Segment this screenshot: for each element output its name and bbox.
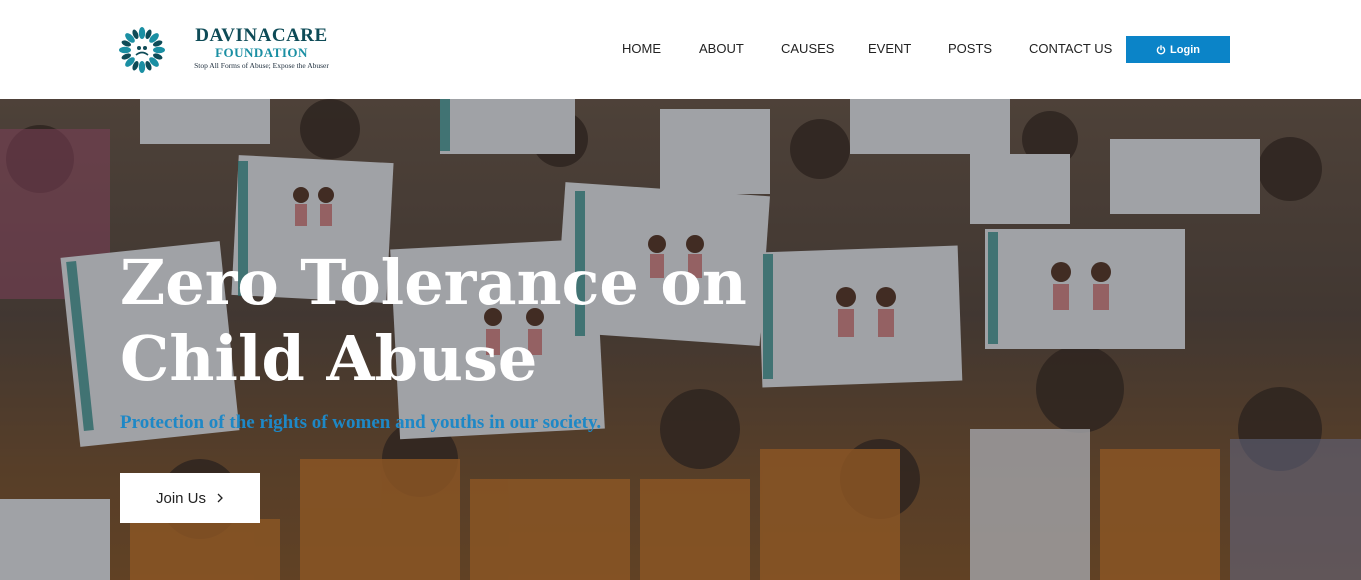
login-button[interactable]: Login (1126, 36, 1230, 63)
site-header: DAVINACARE FOUNDATION Stop All Forms of … (0, 0, 1361, 99)
hero-banner: Zero Tolerance on Child Abuse Protection… (0, 99, 1361, 580)
nav-item-contact-us[interactable]: CONTACT US (1029, 41, 1112, 56)
join-us-button[interactable]: Join Us (120, 473, 260, 523)
nav-item-posts[interactable]: POSTS (948, 41, 992, 56)
join-us-label: Join Us (155, 489, 207, 507)
nav-item-about[interactable]: ABOUT (699, 41, 744, 56)
nav-item-event[interactable]: EVENT (868, 41, 911, 56)
chevron-right-icon (217, 493, 223, 503)
login-label: Login (1170, 43, 1200, 56)
hero-title: Zero Tolerance on Child Abuse (120, 246, 747, 395)
hero-subtitle: Protection of the rights of women and yo… (120, 412, 602, 433)
power-icon (1156, 44, 1166, 54)
brand-tagline: Stop All Forms of Abuse; Expose the Abus… (194, 61, 329, 70)
nav-item-home[interactable]: HOME (622, 41, 661, 56)
nav-item-causes[interactable]: CAUSES (781, 41, 834, 56)
